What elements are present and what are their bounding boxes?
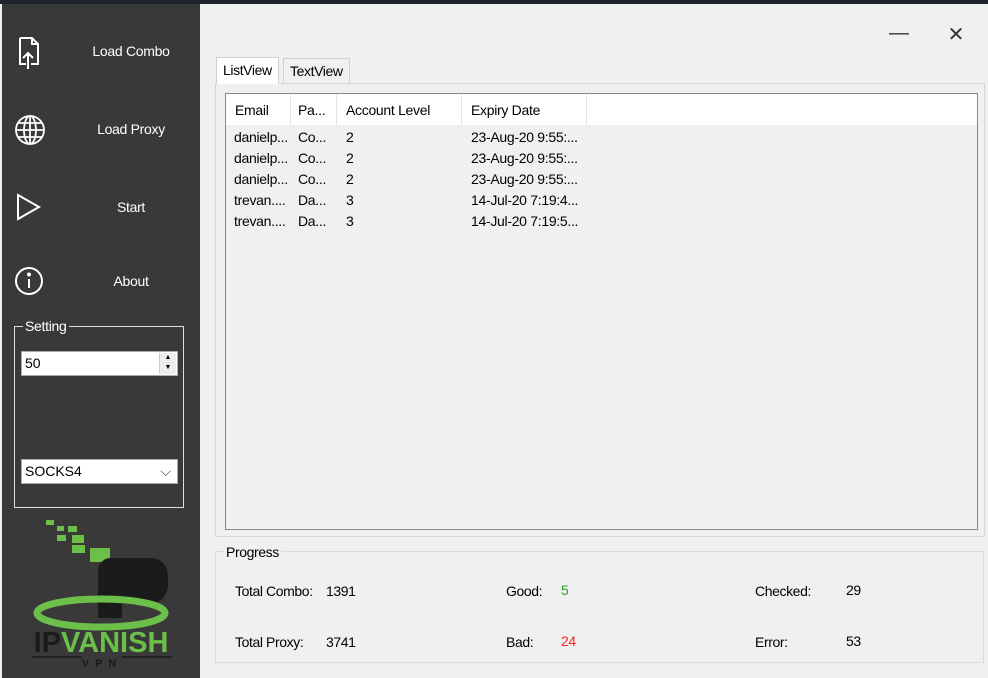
- table-cell: Co...: [298, 171, 327, 187]
- table-cell: 2: [346, 171, 354, 187]
- table-cell: 23-Aug-20 9:55:...: [471, 129, 578, 145]
- table-cell: Co...: [298, 129, 327, 145]
- checked-label: Checked:: [755, 583, 811, 599]
- table-row[interactable]: trevan.... Da... 3 14-Jul-20 7:19:4...: [226, 190, 977, 211]
- setting-title: Setting: [23, 318, 69, 334]
- table-cell: 23-Aug-20 9:55:...: [471, 150, 578, 166]
- threads-value: 50: [25, 355, 41, 371]
- column-account-level[interactable]: Account Level: [337, 94, 462, 125]
- table-cell: Da...: [298, 213, 327, 229]
- total-combo-label: Total Combo:: [235, 583, 313, 599]
- setting-group: Setting 50 ▲ ▼ SOCKS4 ⌵: [14, 318, 184, 508]
- column-expiry-date[interactable]: Expiry Date: [462, 94, 587, 125]
- ipvanish-logo: IPVANISH VPN: [32, 520, 172, 670]
- load-proxy-label: Load Proxy: [97, 121, 165, 137]
- spin-buttons[interactable]: ▲ ▼: [159, 353, 176, 374]
- error-label: Error:: [755, 634, 788, 650]
- threads-stepper[interactable]: 50 ▲ ▼: [21, 351, 178, 376]
- listview-page: Email Pa... Account Level Expiry Date da…: [215, 83, 985, 537]
- table-cell: danielp...: [234, 171, 288, 187]
- spin-down-icon[interactable]: ▼: [160, 363, 176, 373]
- column-password[interactable]: Pa...: [291, 94, 337, 125]
- table-row[interactable]: trevan.... Da... 3 14-Jul-20 7:19:5...: [226, 211, 977, 232]
- table-row[interactable]: danielp... Co... 2 23-Aug-20 9:55:...: [226, 127, 977, 148]
- globe-icon: [15, 115, 45, 145]
- svg-text:VPN: VPN: [82, 658, 123, 670]
- total-proxy-value: 3741: [326, 634, 356, 650]
- total-combo-value: 1391: [326, 583, 356, 599]
- start-label: Start: [116, 199, 146, 215]
- svg-text:IPVANISH: IPVANISH: [34, 627, 169, 659]
- load-proxy-button[interactable]: Load Proxy: [2, 104, 200, 154]
- spin-up-icon[interactable]: ▲: [160, 353, 176, 363]
- start-button[interactable]: Start: [2, 182, 200, 232]
- table-cell: 14-Jul-20 7:19:4...: [471, 192, 579, 208]
- column-email[interactable]: Email: [226, 94, 291, 125]
- checked-value: 29: [846, 582, 861, 598]
- table-cell: Co...: [298, 150, 327, 166]
- table-row[interactable]: danielp... Co... 2 23-Aug-20 9:55:...: [226, 169, 977, 190]
- total-proxy-label: Total Proxy:: [235, 634, 304, 650]
- table-cell: danielp...: [234, 129, 288, 145]
- close-button[interactable]: ✕: [941, 22, 971, 46]
- table-cell: 14-Jul-20 7:19:5...: [471, 213, 579, 229]
- progress-title: Progress: [224, 544, 281, 560]
- table-cell: 23-Aug-20 9:55:...: [471, 171, 578, 187]
- bad-label: Bad:: [506, 634, 534, 650]
- table-cell: 2: [346, 150, 354, 166]
- sidebar: Load Combo Load Proxy Start About Settin…: [2, 4, 200, 678]
- table-cell: danielp...: [234, 150, 288, 166]
- play-icon: [17, 193, 42, 221]
- load-combo-button[interactable]: Load Combo: [2, 26, 200, 76]
- list-header: Email Pa... Account Level Expiry Date: [226, 94, 977, 125]
- progress-group: Progress Total Combo: 1391 Total Proxy: …: [215, 544, 984, 663]
- table-cell: trevan....: [234, 213, 286, 229]
- bad-value: 24: [561, 633, 576, 649]
- info-icon: [15, 267, 43, 295]
- chevron-down-icon: ⌵: [160, 463, 171, 479]
- minimize-button[interactable]: —: [884, 22, 914, 46]
- table-row[interactable]: danielp... Co... 2 23-Aug-20 9:55:...: [226, 148, 977, 169]
- table-cell: 3: [346, 213, 354, 229]
- about-button[interactable]: About: [2, 256, 200, 306]
- table-cell: 2: [346, 129, 354, 145]
- table-cell: Da...: [298, 192, 327, 208]
- table-cell: trevan....: [234, 192, 286, 208]
- file-upload-icon: [19, 37, 39, 69]
- tab-textview[interactable]: TextView: [283, 58, 350, 83]
- table-cell: 3: [346, 192, 354, 208]
- proxy-type-value: SOCKS4: [25, 463, 82, 479]
- error-value: 53: [846, 633, 861, 649]
- load-combo-label: Load Combo: [92, 43, 170, 59]
- accounts-list[interactable]: Email Pa... Account Level Expiry Date da…: [225, 93, 978, 530]
- tab-listview[interactable]: ListView: [216, 57, 279, 84]
- good-value: 5: [561, 582, 569, 598]
- good-label: Good:: [506, 583, 543, 599]
- about-label: About: [113, 273, 149, 289]
- proxy-type-select[interactable]: SOCKS4 ⌵: [21, 459, 178, 484]
